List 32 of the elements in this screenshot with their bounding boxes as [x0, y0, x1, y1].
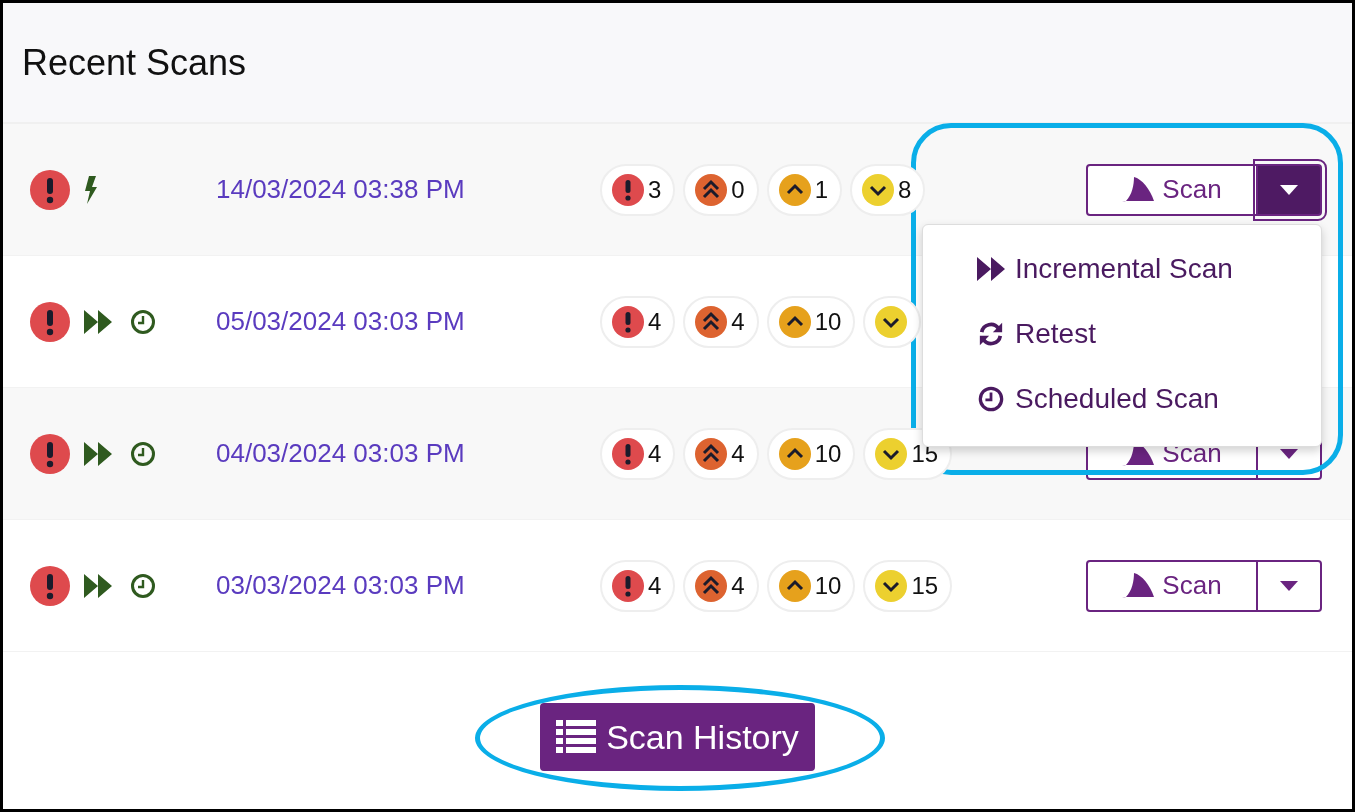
list-icon [556, 720, 597, 754]
caret-icon [1280, 184, 1298, 195]
count-text: 10 [814, 571, 842, 600]
refresh-icon [977, 321, 1005, 347]
count-text: 8 [898, 175, 912, 204]
fin-icon [1122, 177, 1155, 202]
panel-title: Recent Scans [22, 41, 247, 84]
scan-history-button[interactable]: Scan History [540, 703, 815, 771]
count-text: 4 [731, 307, 745, 336]
scan-date-link[interactable]: 03/03/2024 03:03 PM [216, 570, 465, 601]
count-text: 0 [731, 175, 745, 204]
count-text: 1 [814, 175, 829, 204]
scan-date-link[interactable]: 04/03/2024 03:03 PM [216, 438, 465, 469]
count-text: 10 [814, 307, 842, 336]
scan-button[interactable]: Scan [1086, 559, 1258, 612]
scan-date-link[interactable]: 05/03/2024 03:03 PM [216, 306, 465, 337]
count-text: 4 [648, 439, 662, 468]
count-text: 4 [648, 571, 662, 600]
fin-icon [1122, 573, 1155, 598]
clock-icon [977, 386, 1005, 412]
count-text: 4 [731, 439, 745, 468]
count-text: 4 [731, 571, 745, 600]
scan-date-link[interactable]: 14/03/2024 03:38 PM [216, 174, 465, 205]
caret-icon [1280, 580, 1298, 591]
dropdown-toggle-button[interactable] [1258, 559, 1322, 612]
scan-button[interactable]: Scan [1086, 163, 1258, 216]
count-text: 3 [648, 175, 662, 204]
menu-item[interactable]: Retest [923, 301, 1321, 367]
count-text: 15 [911, 571, 939, 600]
count-text: 10 [814, 439, 842, 468]
count-text: 4 [648, 307, 662, 336]
menu-item[interactable]: Incremental Scan [923, 236, 1321, 302]
